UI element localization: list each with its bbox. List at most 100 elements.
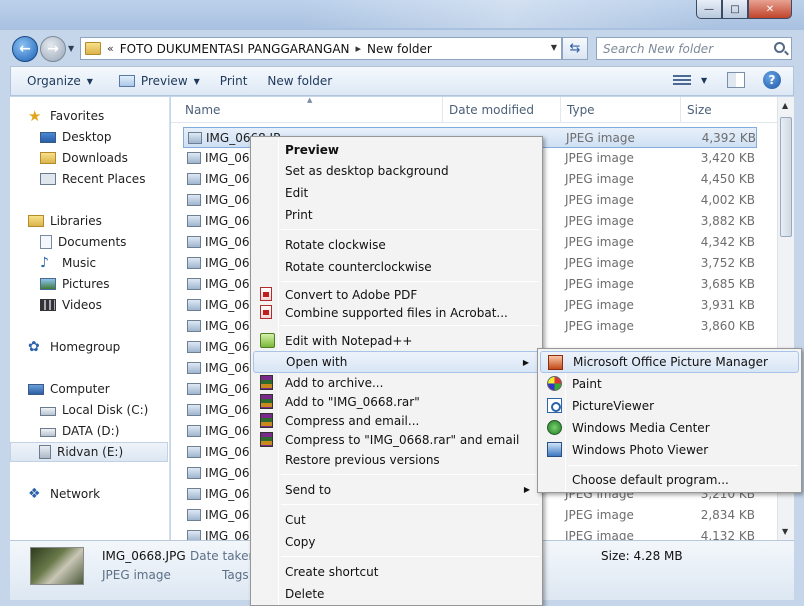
menu-open-with[interactable]: Open with ▶ [253, 351, 540, 373]
menu-combine-acrobat-label: Combine supported files in Acrobat... [285, 306, 508, 320]
jpeg-file-icon [187, 320, 201, 332]
menu-compress-and-email-label: Compress and email... [285, 414, 420, 428]
jpeg-file-icon [187, 488, 201, 500]
column-type[interactable]: Type [560, 97, 678, 123]
menu-separator [281, 229, 539, 230]
details-file-name: IMG_0668.JPG [102, 549, 186, 563]
folder-icon [85, 42, 101, 55]
nav-computer[interactable]: Computer [28, 379, 168, 399]
menu-open-with-label: Open with [286, 355, 348, 369]
breadcrumb-segment-foto[interactable]: FOTO DUKUMENTASI PANGGARANGAN [120, 42, 350, 56]
nav-pictures[interactable]: Pictures [40, 274, 168, 294]
jpeg-file-icon [187, 215, 201, 227]
scrollbar-thumb[interactable] [780, 117, 792, 237]
menu-combine-acrobat[interactable]: Combine supported files in Acrobat... [253, 302, 540, 324]
submenu-picture-manager[interactable]: Microsoft Office Picture Manager [540, 351, 799, 373]
minimize-button[interactable]: — [696, 0, 722, 19]
maximize-button[interactable]: □ [722, 0, 748, 19]
homegroup-icon: ✿ [28, 339, 40, 355]
file-size: 3,420 KB [700, 151, 755, 165]
search-input[interactable] [603, 41, 763, 56]
nav-videos[interactable]: Videos [40, 295, 168, 315]
scroll-up-icon[interactable]: ▲ [782, 101, 788, 110]
jpeg-file-icon [187, 278, 201, 290]
address-bar[interactable]: « FOTO DUKUMENTASI PANGGARANGAN ▸ New fo… [80, 37, 562, 60]
close-button[interactable]: ✕ [748, 0, 792, 19]
submenu-paint[interactable]: Paint [540, 373, 799, 395]
menu-compress-rar-and-email[interactable]: Compress to "IMG_0668.rar" and email [253, 429, 540, 451]
menu-print[interactable]: Print [253, 204, 540, 226]
nav-documents[interactable]: Documents [40, 232, 168, 252]
nav-libraries[interactable]: Libraries [28, 211, 168, 231]
jpeg-file-icon [187, 383, 201, 395]
nav-music[interactable]: ♪ Music [40, 253, 168, 273]
submenu-choose-default[interactable]: Choose default program... [540, 469, 799, 491]
forward-button[interactable]: → [40, 36, 66, 62]
scroll-down-icon[interactable]: ▼ [782, 527, 788, 536]
menu-separator [281, 556, 539, 557]
file-size: 3,882 KB [700, 214, 755, 228]
search-icon[interactable] [774, 42, 785, 53]
view-list-icon[interactable] [673, 73, 691, 87]
recent-places-icon [40, 173, 56, 185]
menu-send-to[interactable]: Send to ▶ [253, 479, 540, 501]
menu-edit-notepadpp[interactable]: Edit with Notepad++ [253, 330, 540, 352]
chevron-down-icon[interactable]: ▼ [551, 43, 557, 52]
menu-create-shortcut[interactable]: Create shortcut [253, 561, 540, 583]
help-icon[interactable]: ? [763, 71, 781, 89]
breadcrumb-segment-new-folder[interactable]: New folder [367, 42, 432, 56]
menu-rotate-clockwise[interactable]: Rotate clockwise [253, 234, 540, 256]
menu-delete[interactable]: Delete [253, 583, 540, 605]
submenu-media-center[interactable]: Windows Media Center [540, 417, 799, 439]
column-date-modified[interactable]: Date modified [442, 97, 562, 123]
submenu-photo-viewer[interactable]: Windows Photo Viewer [540, 439, 799, 461]
pdf-icon [260, 287, 272, 301]
star-icon: ★ [28, 107, 42, 125]
nav-homegroup[interactable]: ✿ Homegroup [28, 337, 168, 357]
breadcrumb-overflow[interactable]: « [107, 42, 114, 55]
nav-desktop[interactable]: Desktop [40, 127, 168, 147]
menu-edit[interactable]: Edit [253, 182, 540, 204]
column-size[interactable]: Size [680, 97, 777, 123]
refresh-icon: ⇆ [569, 41, 581, 56]
media-center-icon [547, 420, 562, 435]
menu-compress-rar-and-email-label: Compress to "IMG_0668.rar" and email [285, 433, 520, 447]
usb-drive-icon [39, 445, 51, 459]
menu-separator [281, 504, 539, 505]
menu-copy[interactable]: Copy [253, 531, 540, 553]
menu-cut[interactable]: Cut [253, 509, 540, 531]
nav-data-drive[interactable]: DATA (D:) [40, 421, 168, 441]
back-button[interactable]: ← [12, 36, 38, 62]
submenu-pictureviewer[interactable]: PictureViewer [540, 395, 799, 417]
menu-preview[interactable]: Preview [253, 139, 540, 161]
arrow-right-icon: → [47, 41, 59, 57]
jpeg-file-icon [187, 425, 201, 437]
network-icon: ❖ [28, 486, 41, 502]
submenu-arrow-icon: ▶ [522, 358, 529, 367]
menu-restore-previous-versions[interactable]: Restore previous versions [253, 449, 540, 471]
file-size: 4,450 KB [700, 172, 755, 186]
nav-downloads[interactable]: Downloads [40, 148, 168, 168]
pictureviewer-icon [547, 398, 562, 413]
recent-pages-dropdown[interactable]: ▼ [68, 44, 74, 53]
preview-pane-icon[interactable] [727, 72, 745, 88]
menu-rotate-counterclockwise[interactable]: Rotate counterclockwise [253, 256, 540, 278]
nav-favorites[interactable]: ★ Favorites [28, 106, 168, 126]
nav-recent-places[interactable]: Recent Places [40, 169, 168, 189]
print-button[interactable]: Print [210, 69, 258, 93]
file-type: JPEG image [565, 508, 634, 522]
nav-local-disk-label: Local Disk (C:) [62, 403, 149, 417]
picture-manager-icon [548, 355, 563, 370]
view-dropdown[interactable]: ▼ [701, 76, 707, 85]
new-folder-button[interactable]: New folder [257, 69, 342, 93]
nav-homegroup-label: Homegroup [50, 340, 121, 354]
nav-local-disk[interactable]: Local Disk (C:) [40, 400, 168, 420]
menu-set-desktop-background[interactable]: Set as desktop background [253, 160, 540, 182]
breadcrumb-separator[interactable]: ▸ [356, 42, 362, 55]
nav-ridvan-drive[interactable]: Ridvan (E:) [10, 442, 168, 462]
organize-button[interactable]: Organize ▼ [17, 69, 103, 93]
preview-button[interactable]: Preview ▼ [109, 69, 210, 93]
nav-network[interactable]: ❖ Network [28, 484, 168, 504]
menu-separator [281, 474, 539, 475]
refresh-button[interactable]: ⇆ [562, 37, 588, 60]
